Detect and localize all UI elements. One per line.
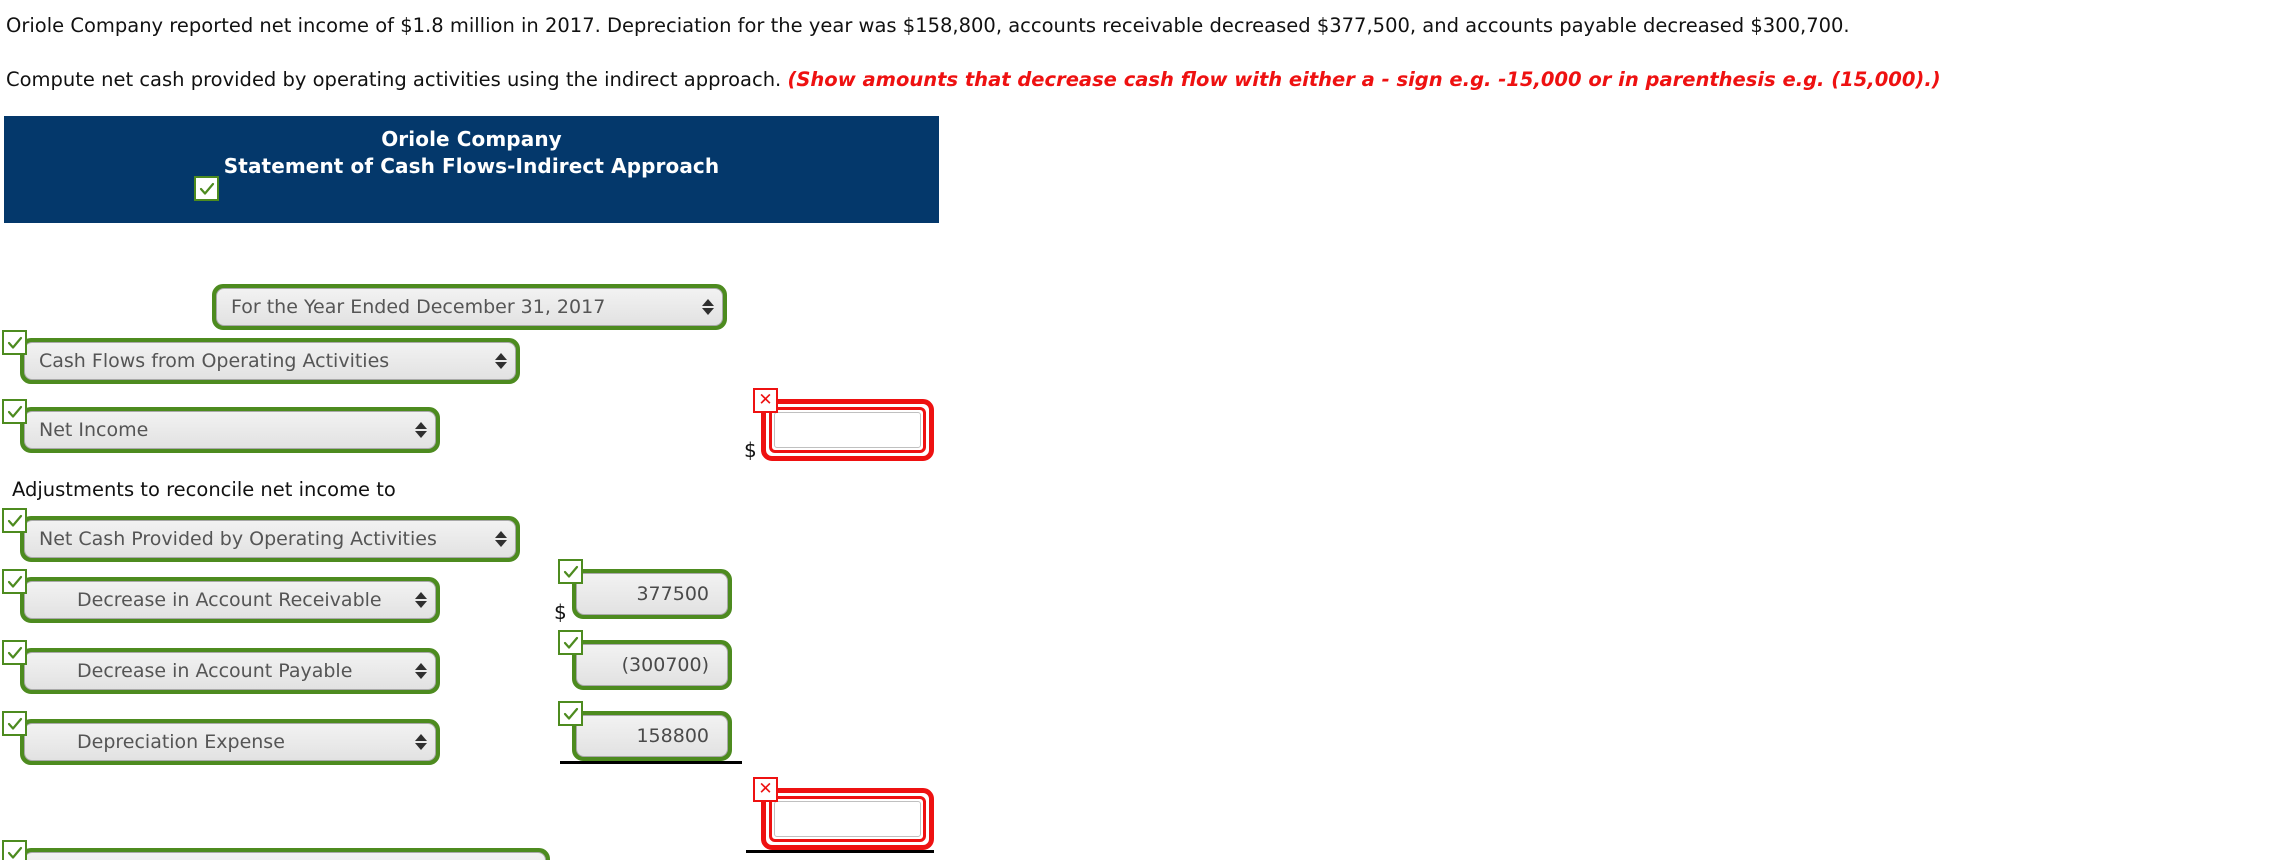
check-icon — [7, 646, 22, 659]
check-icon — [7, 717, 22, 730]
error-badge-net-income: ✕ — [753, 388, 778, 413]
check-icon — [7, 575, 22, 588]
error-badge-subtotal: ✕ — [753, 777, 778, 802]
item3-value-input[interactable]: 158800 — [576, 715, 728, 757]
statement-title: Statement of Cash Flows-Indirect Approac… — [223, 154, 720, 178]
adjustments-static-text: Adjustments to reconcile net income to — [12, 478, 396, 501]
validation-check-period — [194, 176, 219, 201]
subtotal-rule-adjustments — [560, 761, 742, 764]
section-header-select[interactable]: Cash Flows from Operating Activities — [24, 342, 516, 380]
net-income-input-inner — [769, 407, 926, 453]
chevron-updown-icon-period[interactable] — [702, 295, 714, 319]
net-income-input[interactable] — [774, 412, 921, 448]
item2-select[interactable]: Decrease in Account Payable — [24, 652, 436, 690]
chevron-updown-icon-item1[interactable] — [415, 588, 427, 612]
chevron-updown-icon-item3[interactable] — [415, 730, 427, 754]
item2-select-wrapper[interactable]: Decrease in Account Payable — [20, 648, 440, 694]
total-select-wrapper[interactable]: Net Cash Provided by Operating Activitie… — [20, 848, 550, 860]
item3-value-wrapper[interactable]: 158800 — [572, 711, 732, 761]
problem-line-1: Oriole Company reported net income of $1… — [6, 14, 1850, 37]
net-income-input-wrapper[interactable] — [761, 399, 934, 461]
check-icon — [563, 565, 578, 578]
problem-line-2: Compute net cash provided by operating a… — [4, 66, 2276, 94]
company-name: Oriole Company — [381, 127, 562, 151]
section-header-select-wrapper[interactable]: Cash Flows from Operating Activities — [20, 338, 520, 384]
dollar-sign-net-income: $ — [744, 438, 757, 462]
adjustments-target-select-wrapper[interactable]: Net Cash Provided by Operating Activitie… — [20, 516, 520, 562]
item2-value-input[interactable]: (300700) — [576, 644, 728, 686]
validation-check-item3-value — [558, 701, 583, 726]
adjustments-target-select[interactable]: Net Cash Provided by Operating Activitie… — [24, 520, 516, 558]
net-income-select-wrapper[interactable]: Net Income — [20, 407, 440, 453]
check-icon — [7, 405, 22, 418]
validation-check-net-income — [2, 399, 27, 424]
validation-check-item2-value — [558, 630, 583, 655]
check-icon — [7, 514, 22, 527]
item1-select[interactable]: Decrease in Account Receivable — [24, 581, 436, 619]
dollar-sign-item1: $ — [554, 600, 567, 624]
item1-value-input[interactable]: 377500 — [576, 573, 728, 615]
check-icon — [199, 182, 214, 195]
subtotal-input-inner — [769, 796, 926, 842]
check-icon — [7, 846, 22, 859]
check-icon — [563, 707, 578, 720]
problem-instruction-emphasis: (Show amounts that decrease cash flow wi… — [787, 68, 1941, 91]
item3-select-wrapper[interactable]: Depreciation Expense — [20, 719, 440, 765]
validation-check-item3-label — [2, 711, 27, 736]
validation-check-section-header — [2, 330, 27, 355]
cash-flow-worksheet: Oriole Company Statement of Cash Flows-I… — [0, 116, 1000, 860]
period-select-wrapper[interactable]: For the Year Ended December 31, 2017 — [212, 284, 727, 330]
chevron-updown-icon-item2[interactable] — [415, 659, 427, 683]
subtotal-rule — [746, 850, 934, 853]
problem-statement: Oriole Company reported net income of $1… — [0, 0, 2276, 94]
chevron-updown-icon-section[interactable] — [495, 349, 507, 373]
statement-banner: Oriole Company Statement of Cash Flows-I… — [4, 116, 939, 223]
item1-value-wrapper[interactable]: 377500 — [572, 569, 732, 619]
validation-check-item2-label — [2, 640, 27, 665]
item3-select[interactable]: Depreciation Expense — [24, 723, 436, 761]
check-icon — [563, 636, 578, 649]
chevron-updown-icon-adjustments[interactable] — [495, 527, 507, 551]
problem-line-2-text: Compute net cash provided by operating a… — [6, 68, 788, 91]
period-select[interactable]: For the Year Ended December 31, 2017 — [216, 288, 723, 326]
validation-check-item1-value — [558, 559, 583, 584]
chevron-updown-icon-net-income[interactable] — [415, 418, 427, 442]
net-income-select[interactable]: Net Income — [24, 411, 436, 449]
check-icon — [7, 336, 22, 349]
subtotal-input[interactable] — [774, 801, 921, 837]
validation-check-total-label — [2, 840, 27, 860]
item1-select-wrapper[interactable]: Decrease in Account Receivable — [20, 577, 440, 623]
item2-value-wrapper[interactable]: (300700) — [572, 640, 732, 690]
validation-check-item1-label — [2, 569, 27, 594]
subtotal-input-wrapper[interactable] — [761, 788, 934, 850]
validation-check-adjustments-target — [2, 508, 27, 533]
total-select[interactable]: Net Cash Provided by Operating Activitie… — [24, 852, 546, 860]
